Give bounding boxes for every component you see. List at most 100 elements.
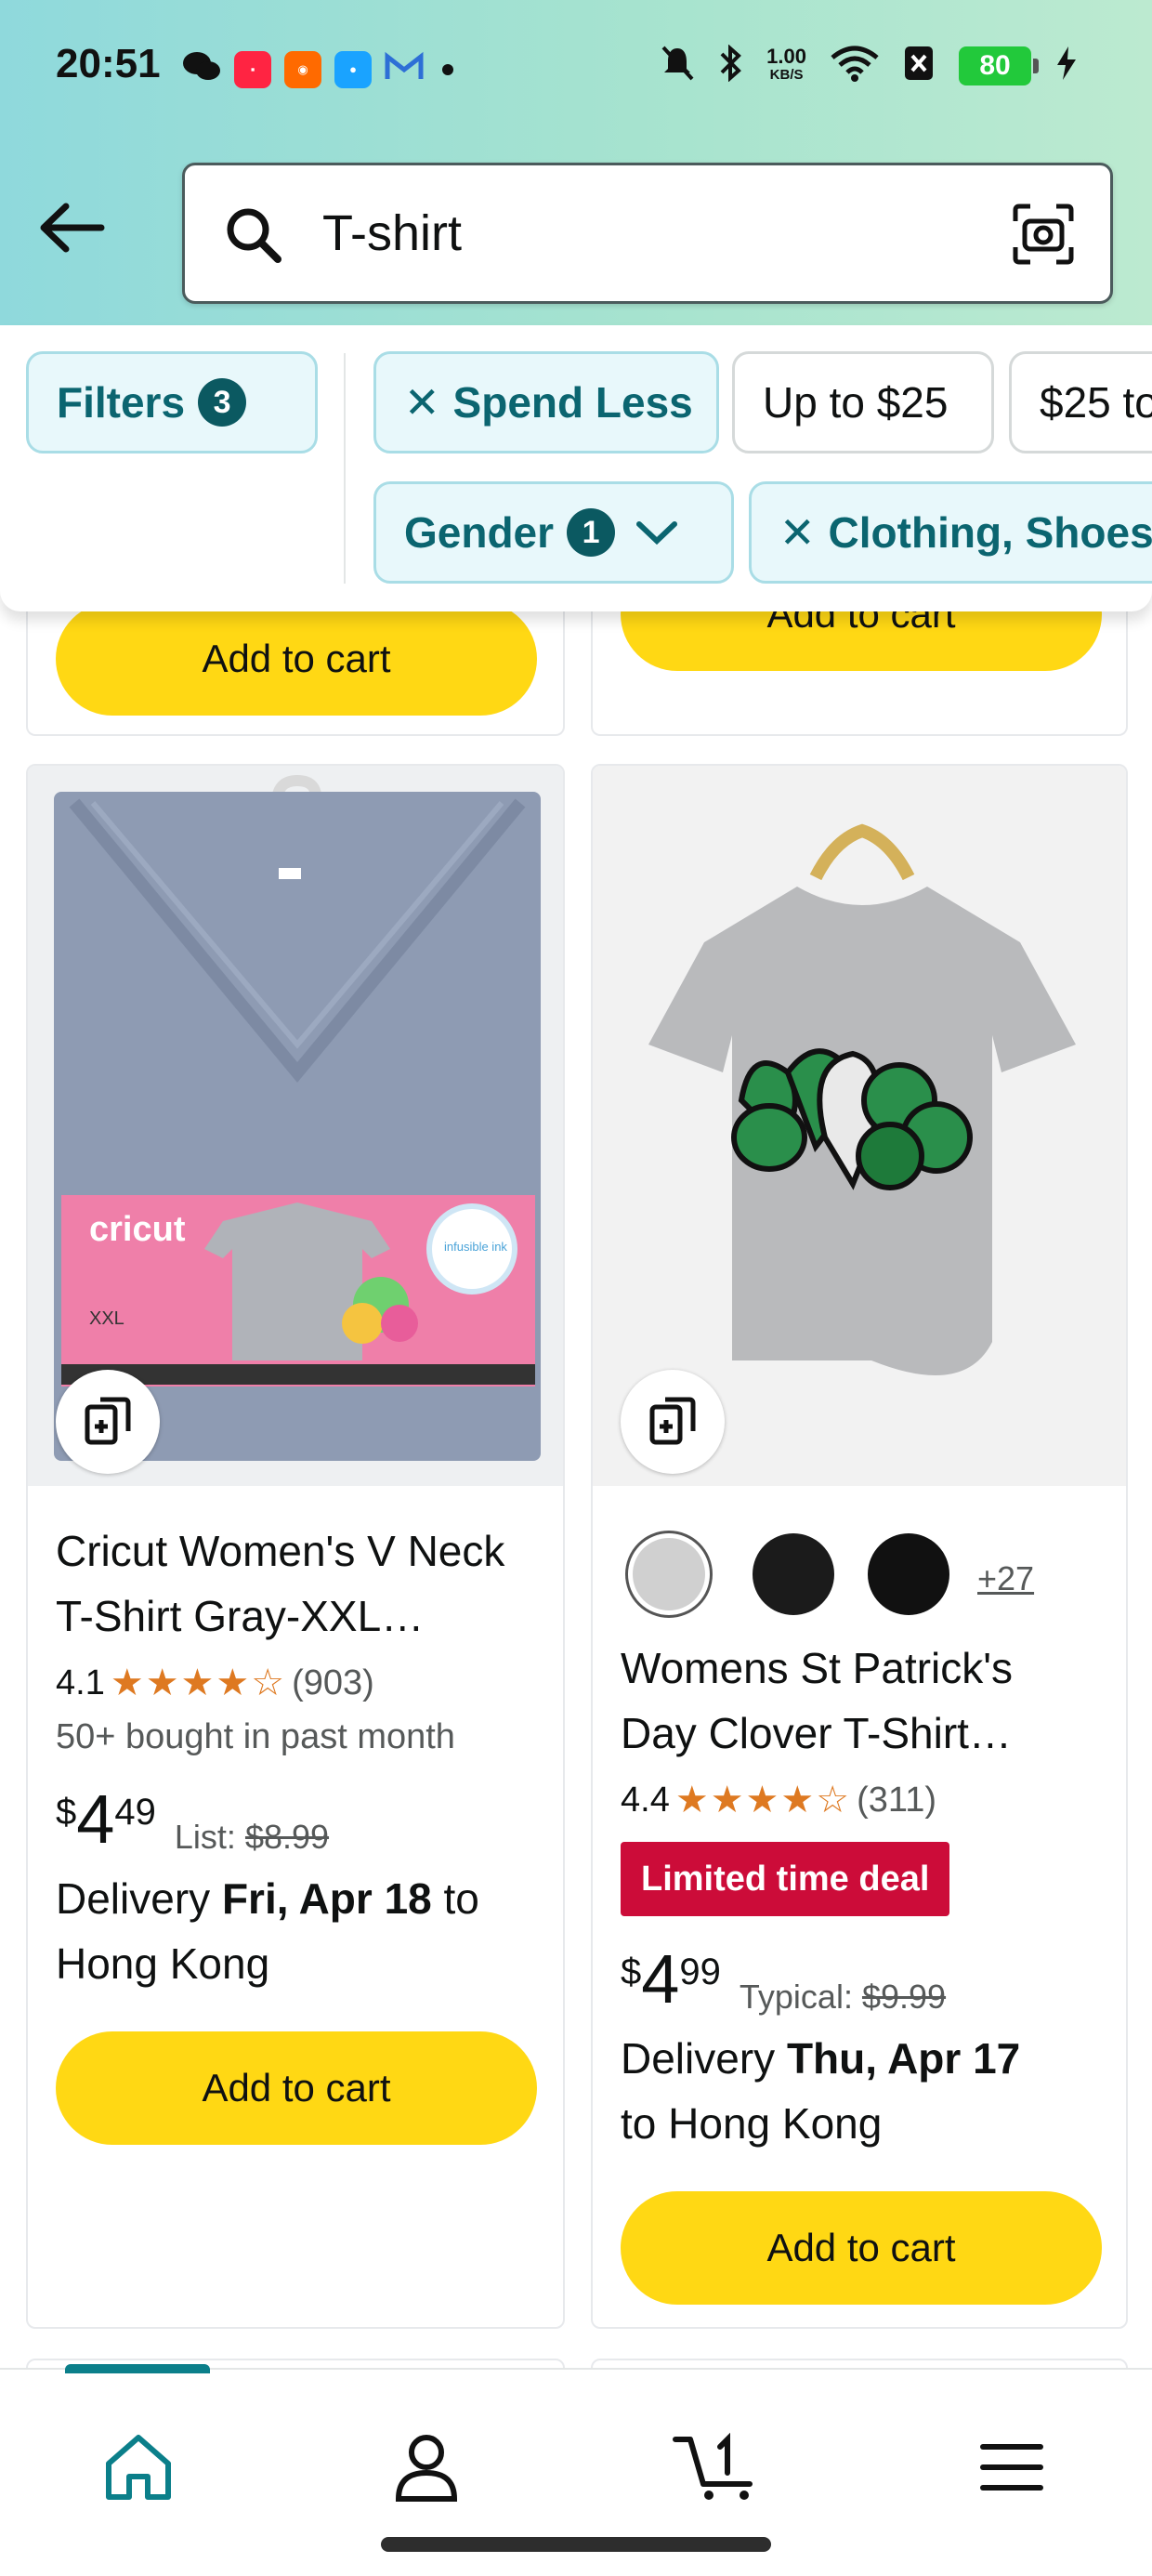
chip-25-to[interactable]: $25 to: [1009, 351, 1152, 453]
color-swatch-black[interactable]: [753, 1533, 834, 1615]
cricut-logo: cricut: [89, 1210, 186, 1249]
search-icon: [224, 205, 283, 269]
size-label: XXL: [89, 1308, 124, 1329]
chip-clothing-label: Clothing, Shoes: [828, 508, 1152, 557]
charging-icon: [1055, 45, 1078, 86]
delivery-prefix: Delivery: [621, 2034, 787, 2083]
infusible-ink-logo: infusible ink: [444, 1240, 507, 1254]
chip-spend-less-label: Spend Less: [452, 378, 693, 427]
star-rating-icon: ★★★★☆: [110, 1663, 287, 1703]
delivery-destination: to Hong Kong: [621, 2099, 883, 2148]
chip-gender[interactable]: Gender 1: [373, 481, 734, 584]
status-bar: 20:51 ▪ ◉ ● 1.00 KB/S 80: [0, 0, 1152, 139]
remove-x-icon: ✕: [779, 508, 816, 557]
price: $ 4 99 Typical: $9.99: [621, 1944, 946, 2017]
chip-25-to-label: $25 to: [1040, 378, 1152, 427]
review-count: (903): [292, 1663, 374, 1702]
list-price-label: List:: [174, 1818, 236, 1856]
typical-price-value: $9.99: [861, 1978, 947, 2016]
delivery-destination: Hong Kong: [56, 1939, 270, 1988]
rating-row[interactable]: 4.4 ★★★★☆ (311): [621, 1779, 936, 1821]
account-icon: [395, 2435, 458, 2502]
limited-deal-badge: Limited time deal: [621, 1842, 950, 1916]
product-title-line: Cricut Women's V Neck: [56, 1527, 505, 1575]
rating-value: 4.4: [621, 1780, 670, 1820]
delivery-info: Delivery Thu, Apr 17 to Hong Kong: [621, 2026, 1122, 2156]
list-price: List: $8.99: [175, 1818, 329, 1857]
net-speed-value: 1.00: [766, 44, 806, 68]
search-input[interactable]: T-shirt: [322, 204, 462, 262]
nav-menu[interactable]: [961, 2416, 1063, 2518]
chip-gender-label: Gender: [404, 508, 555, 557]
more-dot-icon: [442, 63, 453, 75]
nav-account[interactable]: [375, 2416, 478, 2518]
delivery-info: Delivery Fri, Apr 18 to Hong Kong: [56, 1866, 557, 1996]
bought-past-month: 50+ bought in past month: [56, 1717, 455, 1756]
chip-clothing[interactable]: ✕ Clothing, Shoes: [749, 481, 1152, 584]
cart-icon: [673, 2432, 753, 2500]
taobao-icon: ◉: [284, 50, 321, 88]
rating-row[interactable]: 4.1 ★★★★☆ (903): [56, 1662, 374, 1704]
mute-bell-icon: [661, 45, 694, 86]
color-swatch-gray[interactable]: [628, 1533, 710, 1615]
star-rating-icon: ★★★★☆: [674, 1780, 852, 1820]
delivery-prefix: Delivery: [56, 1874, 222, 1923]
price-fraction: 99: [679, 1952, 721, 1992]
product-title-line: Womens St Patrick's: [621, 1644, 1014, 1692]
compare-button[interactable]: [56, 1370, 160, 1474]
list-price-value: $8.99: [244, 1818, 330, 1856]
filters-count-badge: 3: [198, 378, 247, 427]
price: $ 4 49 List: $8.99: [56, 1784, 329, 1857]
qq-icon: ●: [334, 50, 372, 88]
delivery-date: Thu, Apr 17: [786, 2034, 1021, 2083]
price-whole: 4: [76, 1781, 115, 1858]
chevron-down-icon: [636, 521, 678, 545]
price-fraction: 49: [114, 1792, 156, 1833]
color-swatch-black-2[interactable]: [868, 1533, 949, 1615]
nav-cart[interactable]: [667, 2416, 769, 2518]
filters-button[interactable]: Filters 3: [26, 351, 318, 453]
product-title-line: Day Clover T-Shirt…: [621, 1709, 1012, 1757]
product-card[interactable]: +27 Womens St Patrick's Day Clover T-Shi…: [591, 764, 1128, 2329]
status-time: 20:51: [56, 41, 161, 86]
mail-icon: [385, 51, 424, 87]
chip-spend-less[interactable]: ✕ Spend Less: [373, 351, 719, 453]
compare-icon: [85, 1397, 131, 1445]
nav-home[interactable]: [87, 2416, 190, 2518]
delivery-date: Fri, Apr 18: [221, 1874, 432, 1923]
compare-button[interactable]: [621, 1370, 725, 1474]
compare-icon: [649, 1397, 696, 1445]
filter-divider: [344, 353, 346, 584]
product-title[interactable]: Womens St Patrick's Day Clover T-Shirt…: [621, 1636, 1113, 1766]
review-count: (311): [857, 1780, 937, 1820]
price-symbol: $: [621, 1952, 642, 1992]
bluetooth-icon: [718, 44, 742, 86]
active-tab-indicator: [65, 2364, 210, 2373]
rednote-icon: ▪: [234, 50, 271, 88]
filter-bar: Filters 3 ✕ Spend Less Up to $25 $25 to …: [0, 325, 1152, 611]
product-title[interactable]: Cricut Women's V Neck T-Shirt Gray-XXL…: [56, 1518, 548, 1649]
back-button[interactable]: [35, 191, 110, 265]
camera-lens-icon[interactable]: [1012, 203, 1075, 270]
more-colors-link[interactable]: +27: [977, 1559, 1034, 1598]
wifi-icon: [831, 45, 879, 86]
remove-x-icon: ✕: [404, 378, 440, 427]
gender-count-badge: 1: [567, 508, 616, 557]
home-icon: [106, 2435, 171, 2500]
price-whole: 4: [641, 1940, 680, 2017]
product-card[interactable]: cricut XXL infusible ink Cricut Women's …: [26, 764, 565, 2329]
typical-price-label: Typical:: [739, 1978, 853, 2016]
typical-price: Typical: $9.99: [740, 1978, 946, 2017]
back-arrow-icon: [40, 203, 105, 253]
add-to-cart-button[interactable]: Add to cart: [56, 602, 537, 716]
home-indicator[interactable]: [381, 2537, 771, 2552]
chip-up-to-25-label: Up to $25: [763, 378, 949, 427]
delivery-suffix: to: [431, 1874, 479, 1923]
notification-icons: ▪ ◉ ●: [182, 48, 453, 90]
chip-up-to-25[interactable]: Up to $25: [732, 351, 994, 453]
product-title-line: T-Shirt Gray-XXL…: [56, 1592, 425, 1640]
add-to-cart-button[interactable]: Add to cart: [56, 2031, 537, 2145]
add-to-cart-button[interactable]: Add to cart: [621, 2191, 1102, 2305]
search-bar[interactable]: T-shirt: [182, 163, 1113, 304]
filters-label: Filters: [57, 378, 186, 427]
